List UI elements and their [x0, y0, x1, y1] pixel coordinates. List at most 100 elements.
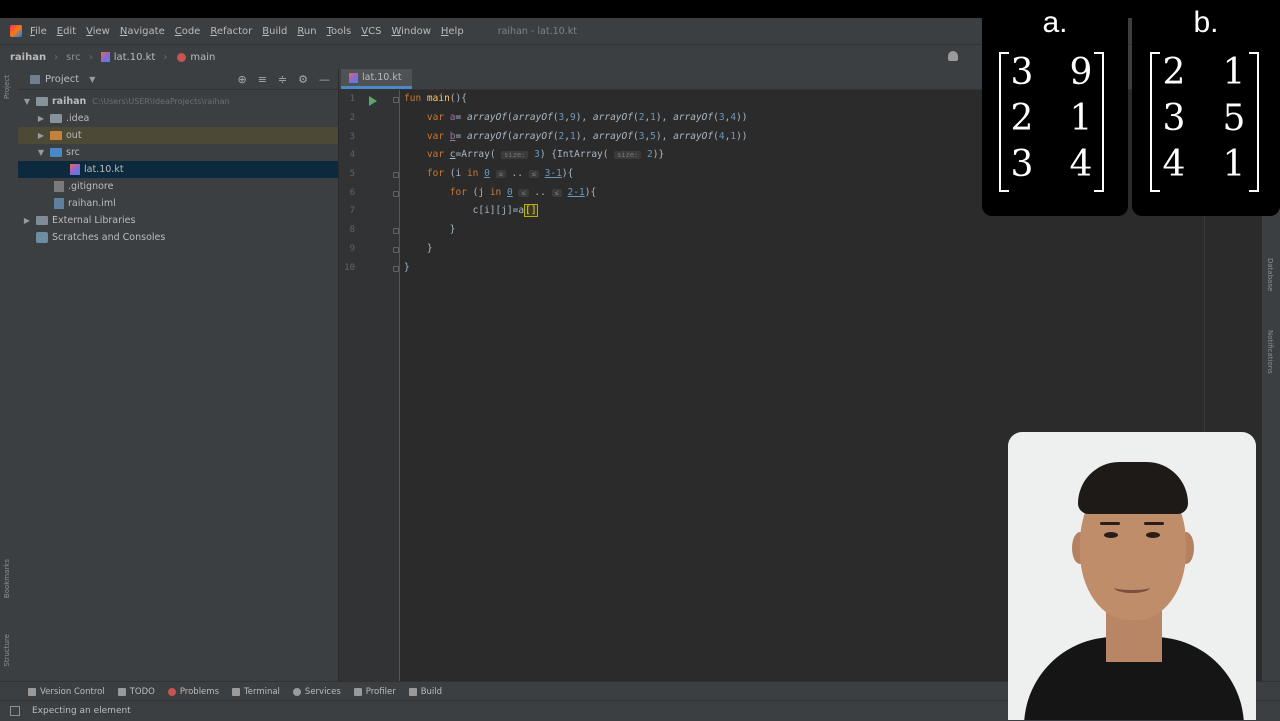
presenter-hair [1078, 462, 1188, 514]
menu-vcs[interactable]: VCS [361, 26, 381, 37]
menu-code[interactable]: Code [175, 26, 201, 37]
editor-gutter: 1 2 3 4 5 6 7 8 9 10 [339, 90, 400, 699]
locate-icon[interactable]: ⊕ [237, 73, 246, 86]
tree-item-path: C:\Users\USER\IdeaProjects\raihan [92, 97, 230, 106]
menu-window[interactable]: Window [391, 26, 430, 37]
line-number: 3 [349, 132, 355, 142]
tool-window-label: Profiler [365, 686, 396, 697]
services-button[interactable]: Services [292, 686, 341, 697]
fold-marker-icon[interactable] [393, 172, 399, 178]
tree-item-scratches[interactable]: Scratches and Consoles [18, 229, 338, 246]
menu-build[interactable]: Build [262, 26, 287, 37]
breadcrumb-folder[interactable]: src [66, 52, 81, 63]
matrix-cell: 3 [1162, 98, 1186, 139]
tree-item-kt-file[interactable]: lat.10.kt [18, 161, 338, 178]
user-icon[interactable] [948, 51, 958, 61]
list-icon [117, 687, 126, 696]
tree-item-root[interactable]: ▼ raihan C:\Users\USER\IdeaProjects\raih… [18, 93, 338, 110]
tree-item-external-libraries[interactable]: ▶ External Libraries [18, 212, 338, 229]
matrix-cell: 1 [1222, 52, 1246, 93]
matrix-a-label: a. [1042, 6, 1068, 39]
fold-marker-icon[interactable] [393, 228, 399, 234]
terminal-icon [232, 687, 240, 696]
function-icon [177, 52, 187, 62]
fold-marker-icon[interactable] [393, 97, 399, 103]
line-number: 8 [349, 225, 355, 235]
tab-lat10-kt[interactable]: lat.10.kt [341, 69, 412, 89]
menu-refactor[interactable]: Refactor [210, 26, 252, 37]
chevron-down-icon[interactable]: ▼ [36, 148, 46, 157]
menu-tools[interactable]: Tools [327, 26, 352, 37]
code-line: c[i][j]=a[] [404, 204, 538, 217]
chevron-right-icon[interactable]: ▶ [36, 131, 46, 140]
tool-window-label: Build [420, 686, 443, 697]
code-line: var b= arrayOf(arrayOf(2,1), arrayOf(3,5… [426, 131, 748, 142]
iml-file-icon [54, 198, 64, 209]
project-panel-header: Project ▼ ⊕ ≡ ≑ ⚙ — [18, 69, 338, 90]
breadcrumb-function[interactable]: main [190, 52, 215, 63]
tree-item-out[interactable]: ▶ out [18, 127, 338, 144]
status-message: Expecting an element [32, 706, 131, 716]
tree-item-src[interactable]: ▼ src [18, 144, 338, 161]
fold-marker-icon[interactable] [393, 191, 399, 197]
tree-item-label: Scratches and Consoles [52, 232, 166, 243]
problems-button[interactable]: Problems [167, 687, 219, 697]
line-number: 2 [349, 113, 355, 123]
code-line: for (j in 0 ≤ .. ≤ 2-1){ [449, 187, 597, 198]
structure-tool-label[interactable]: Structure [3, 634, 11, 667]
line-number: 10 [344, 263, 355, 273]
presenter-brow [1144, 522, 1164, 525]
menu-edit[interactable]: Edit [57, 26, 76, 37]
matrix-b-card: b. 2 1 3 5 4 1 [1132, 0, 1280, 216]
toggle-tool-windows-icon[interactable] [10, 706, 20, 716]
menu-run[interactable]: Run [297, 26, 316, 37]
project-panel-tools: ⊕ ≡ ≑ ⚙ — [237, 73, 330, 86]
run-icon[interactable] [369, 96, 377, 106]
breadcrumb-file[interactable]: lat.10.kt [114, 52, 156, 63]
gear-icon[interactable]: ⚙ [298, 73, 308, 86]
tree-item-label: lat.10.kt [84, 164, 124, 175]
chevron-right-icon[interactable]: ▶ [22, 216, 32, 225]
notifications-tool-label[interactable]: Notifications [1266, 330, 1274, 374]
expand-all-icon[interactable]: ≡ [258, 73, 267, 86]
project-tool-label[interactable]: Project [3, 75, 11, 99]
presenter-mouth [1114, 582, 1150, 593]
chevron-down-icon[interactable]: ▼ [89, 75, 95, 84]
terminal-button[interactable]: Terminal [232, 687, 280, 697]
tree-item-label: .idea [66, 113, 90, 124]
database-tool-label[interactable]: Database [1266, 258, 1274, 291]
menu-help[interactable]: Help [441, 26, 464, 37]
fold-marker-icon[interactable] [393, 247, 399, 253]
profiler-button[interactable]: Profiler [353, 686, 396, 697]
fold-marker-icon[interactable] [393, 266, 399, 272]
hide-icon[interactable]: — [319, 73, 330, 86]
project-tree: ▼ raihan C:\Users\USER\IdeaProjects\raih… [18, 90, 338, 246]
menu-navigate[interactable]: Navigate [120, 26, 165, 37]
tree-item-gitignore[interactable]: .gitignore [18, 178, 338, 195]
tree-item-idea[interactable]: ▶ .idea [18, 110, 338, 127]
tool-window-label: Services [304, 686, 341, 697]
breadcrumb-project[interactable]: raihan [10, 52, 46, 63]
chevron-down-icon[interactable]: ▼ [22, 97, 32, 106]
version-control-button[interactable]: Version Control [28, 687, 105, 697]
menu-view[interactable]: View [86, 26, 110, 37]
profiler-icon [353, 687, 362, 696]
todo-button[interactable]: TODO [117, 687, 155, 697]
module-folder-icon [36, 97, 48, 106]
breadcrumb-separator: › [88, 51, 93, 63]
tree-item-iml[interactable]: raihan.iml [18, 195, 338, 212]
matrix-cell: 1 [1222, 144, 1246, 185]
matrix-cell: 1 [1069, 98, 1093, 139]
tree-item-label: raihan.iml [68, 198, 116, 209]
collapse-all-icon[interactable]: ≑ [278, 73, 287, 86]
menu-file[interactable]: File [30, 26, 47, 37]
source-folder-icon [50, 148, 62, 157]
services-icon [292, 687, 301, 696]
bookmarks-tool-label[interactable]: Bookmarks [3, 559, 11, 598]
chevron-right-icon[interactable]: ▶ [36, 114, 46, 123]
library-icon [36, 216, 48, 225]
build-button[interactable]: Build [408, 686, 443, 697]
line-number: 5 [349, 169, 355, 179]
project-panel-title[interactable]: Project [45, 74, 79, 85]
folder-icon [50, 114, 62, 123]
